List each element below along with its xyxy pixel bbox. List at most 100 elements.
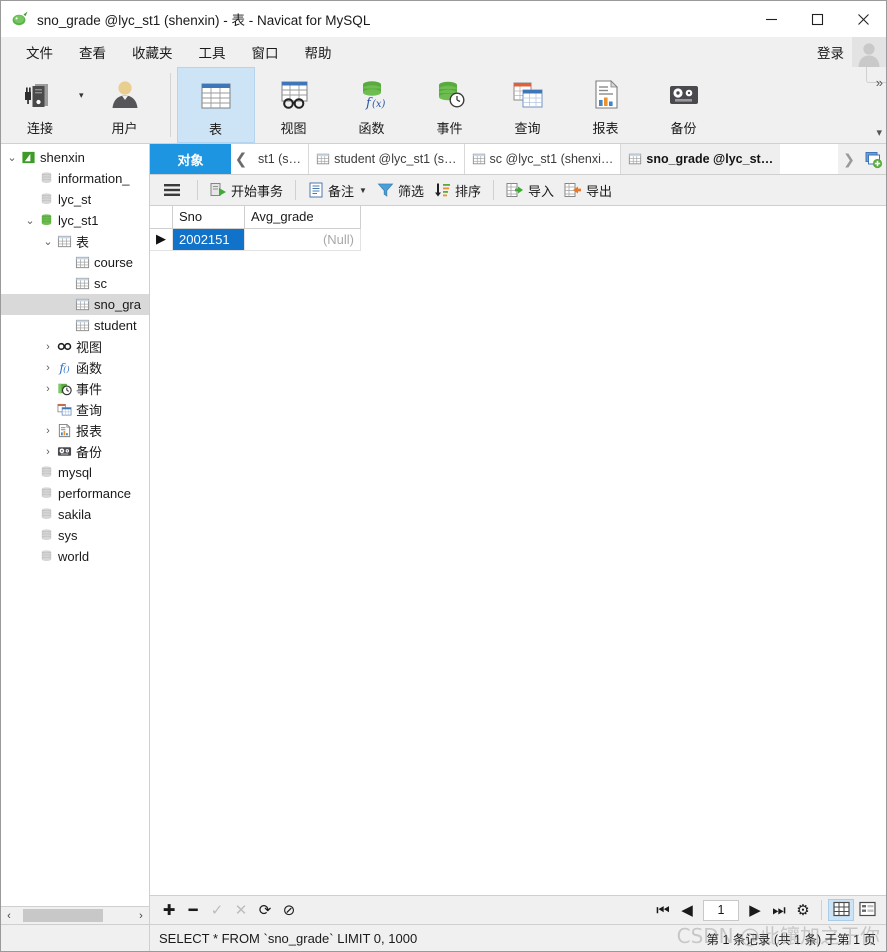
first-page-button[interactable]: ⏮ bbox=[651, 899, 675, 921]
import-label: 导入 bbox=[527, 183, 554, 199]
sidebar: ⌄ shenxin information_ lyc_st ⌄ lyc_st1 ⌄ 表 cour… bbox=[1, 144, 150, 924]
menu-item-file[interactable]: 文件 bbox=[13, 38, 66, 66]
scroll-right-icon[interactable]: › bbox=[133, 910, 149, 922]
tree-item-sno_gra[interactable]: sno_gra bbox=[1, 294, 149, 315]
sort-button[interactable]: 排序 bbox=[429, 178, 486, 202]
last-page-button[interactable]: ⏭ bbox=[767, 899, 791, 921]
tree-item-sys[interactable]: sys bbox=[1, 525, 149, 546]
ribbon-button-table[interactable]: 表 bbox=[176, 67, 255, 143]
document-tab-active[interactable]: sno_grade @lyc_st… bbox=[621, 144, 781, 174]
begin-transaction-button[interactable]: 开始事务 bbox=[205, 178, 288, 202]
chevron-right-icon[interactable]: › bbox=[41, 446, 55, 458]
export-button[interactable]: 导出 bbox=[559, 178, 617, 202]
menu-item-help[interactable]: 帮助 bbox=[292, 38, 345, 66]
grid-view-button[interactable] bbox=[828, 899, 854, 921]
menu-item-favorites[interactable]: 收藏夹 bbox=[119, 38, 186, 66]
document-tab[interactable]: st1 (s… bbox=[251, 144, 310, 174]
tree-item-world[interactable]: world bbox=[1, 546, 149, 567]
chevron-double-right-icon[interactable]: » bbox=[876, 75, 883, 90]
login-link[interactable]: 登录 bbox=[817, 42, 844, 62]
note-button[interactable]: 备注 ▼ bbox=[303, 178, 372, 202]
menu-item-window[interactable]: 窗口 bbox=[239, 38, 292, 66]
document-tab[interactable]: sc @lyc_st1 (shenxi… bbox=[464, 144, 622, 174]
tree-item-course[interactable]: course bbox=[1, 252, 149, 273]
data-grid[interactable]: Sno Avg_grade ▶ 2002151 (Null) bbox=[150, 206, 361, 251]
minimize-button[interactable] bbox=[748, 1, 794, 37]
ribbon-button-connection[interactable]: 连接 bbox=[1, 67, 79, 143]
grid-column-header[interactable]: Avg_grade bbox=[244, 206, 361, 229]
chevron-down-icon[interactable]: ▾ bbox=[876, 126, 882, 139]
grid-column-header[interactable]: Sno bbox=[172, 206, 245, 229]
grid-cell[interactable]: (Null) bbox=[244, 228, 361, 251]
tree-item-sc[interactable]: sc bbox=[1, 273, 149, 294]
note-dropdown-caret-icon[interactable]: ▼ bbox=[359, 186, 367, 195]
filter-button[interactable]: 筛选 bbox=[372, 178, 429, 202]
menu-item-view[interactable]: 查看 bbox=[66, 38, 119, 66]
ribbon-button-report[interactable]: 报表 bbox=[567, 67, 645, 143]
status-bar-left-spacer bbox=[1, 925, 150, 951]
grid-cell[interactable]: 2002151 bbox=[172, 228, 245, 251]
tree-item-sakila[interactable]: sakila bbox=[1, 504, 149, 525]
ribbon-button-query[interactable]: 查询 bbox=[489, 67, 567, 143]
import-button[interactable]: 导入 bbox=[501, 178, 559, 202]
page-number-input[interactable]: 1 bbox=[703, 899, 739, 921]
tree-item-[interactable]: › 视图 bbox=[1, 336, 149, 357]
ribbon-button-backup[interactable]: 备份 bbox=[645, 67, 723, 143]
scroll-track[interactable] bbox=[17, 909, 133, 922]
chevron-right-icon[interactable]: › bbox=[41, 362, 55, 374]
sidebar-horizontal-scrollbar[interactable]: ‹ › bbox=[1, 906, 149, 924]
new-tab-button[interactable] bbox=[860, 144, 886, 174]
ribbon-button-event[interactable]: 事件 bbox=[411, 67, 489, 143]
tree-item-[interactable]: › 备份 bbox=[1, 441, 149, 462]
close-button[interactable] bbox=[840, 1, 886, 37]
tab-objects[interactable]: 对象 bbox=[150, 144, 231, 174]
tree-item-[interactable]: › f() 函数 bbox=[1, 357, 149, 378]
delete-record-button[interactable]: ━ bbox=[181, 899, 205, 921]
next-page-button[interactable]: ▶ bbox=[743, 899, 767, 921]
object-tree[interactable]: ⌄ shenxin information_ lyc_st ⌄ lyc_st1 ⌄ 表 cour… bbox=[1, 144, 149, 906]
document-tab[interactable]: student @lyc_st1 (s… bbox=[309, 144, 465, 174]
chevron-down-icon[interactable]: ⌄ bbox=[23, 214, 37, 227]
menu-item-tools[interactable]: 工具 bbox=[186, 38, 239, 66]
tree-item-[interactable]: › 报表 bbox=[1, 420, 149, 441]
data-grid-area[interactable]: Sno Avg_grade ▶ 2002151 (Null) bbox=[150, 206, 886, 895]
tree-item-label: student bbox=[94, 318, 137, 333]
add-record-button[interactable]: ✚ bbox=[157, 899, 181, 921]
maximize-button[interactable] bbox=[794, 1, 840, 37]
tree-item-lyc_st1[interactable]: ⌄ lyc_st1 bbox=[1, 210, 149, 231]
tab-scroll-right-icon[interactable]: ❯ bbox=[838, 144, 860, 174]
tree-item-student[interactable]: student bbox=[1, 315, 149, 336]
chevron-right-icon[interactable]: › bbox=[41, 425, 55, 437]
table-icon bbox=[55, 234, 73, 249]
tree-item-[interactable]: ⌄ 表 bbox=[1, 231, 149, 252]
chevron-down-icon[interactable]: ⌄ bbox=[41, 235, 55, 248]
tree-item-mysql[interactable]: mysql bbox=[1, 462, 149, 483]
confirm-edit-button[interactable]: ✓ bbox=[205, 899, 229, 921]
scroll-left-icon[interactable]: ‹ bbox=[1, 910, 17, 922]
settings-gear-button[interactable]: ⚙ bbox=[791, 899, 815, 921]
prev-page-button[interactable]: ◀ bbox=[675, 899, 699, 921]
avatar[interactable] bbox=[852, 37, 886, 67]
tree-item-shenxin[interactable]: ⌄ shenxin bbox=[1, 147, 149, 168]
tree-item-information_[interactable]: information_ bbox=[1, 168, 149, 189]
report-icon bbox=[585, 73, 627, 117]
refresh-button[interactable]: ⟳ bbox=[253, 899, 277, 921]
cancel-edit-button[interactable]: ✕ bbox=[229, 899, 253, 921]
chevron-right-icon[interactable]: › bbox=[41, 383, 55, 395]
ribbon-button-user[interactable]: 用户 bbox=[86, 67, 164, 143]
table-row[interactable]: ▶ 2002151 (Null) bbox=[150, 228, 361, 251]
tree-item-[interactable]: 查询 bbox=[1, 399, 149, 420]
chevron-right-icon[interactable]: › bbox=[41, 341, 55, 353]
ribbon-label-query: 查询 bbox=[514, 121, 541, 136]
stop-button[interactable]: ⊘ bbox=[277, 899, 301, 921]
ribbon-button-function[interactable]: f (x) 函数 bbox=[333, 67, 411, 143]
chevron-down-icon[interactable]: ⌄ bbox=[5, 151, 19, 164]
tree-item-lyc_st[interactable]: lyc_st bbox=[1, 189, 149, 210]
scroll-thumb[interactable] bbox=[23, 909, 103, 922]
tree-item-performance[interactable]: performance bbox=[1, 483, 149, 504]
tab-scroll-left-icon[interactable]: ❮ bbox=[231, 144, 251, 174]
form-view-button[interactable] bbox=[854, 899, 880, 921]
ribbon-button-view[interactable]: 视图 bbox=[255, 67, 333, 143]
hamburger-menu-button[interactable] bbox=[158, 178, 190, 202]
tree-item-[interactable]: › 事件 bbox=[1, 378, 149, 399]
